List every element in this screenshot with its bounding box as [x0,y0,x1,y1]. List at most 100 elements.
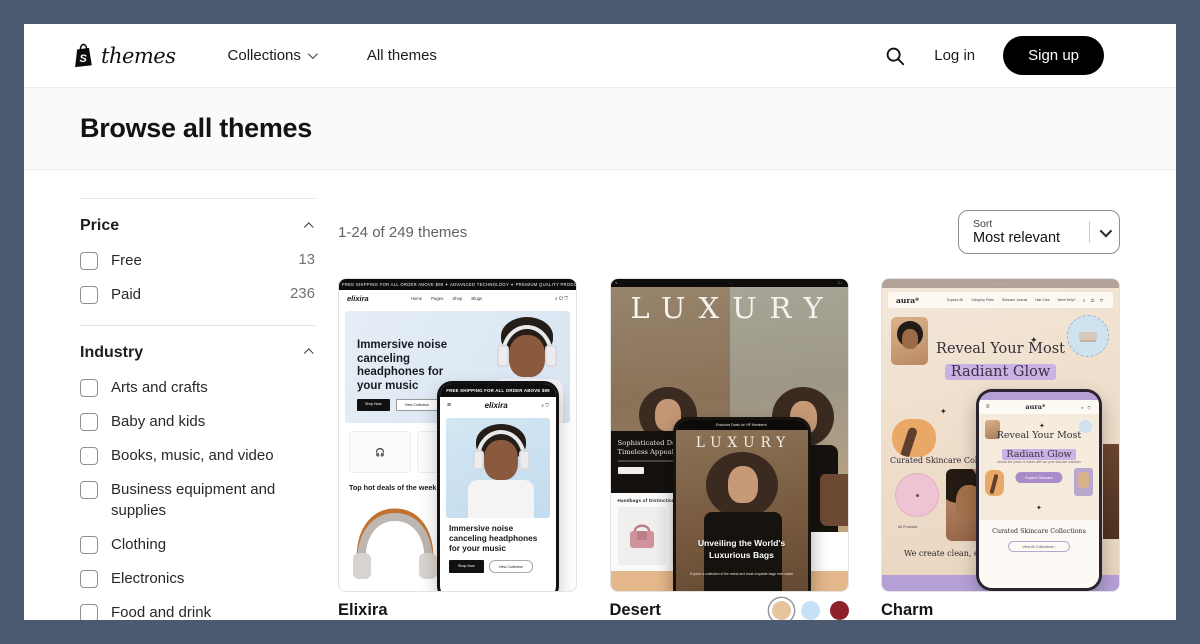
sparkle-icon: ✦ [1030,335,1038,346]
sort-label: Sort [973,218,1060,230]
theme-preview-charm[interactable]: · · · · · · · · · aura* Explore All Cate… [881,278,1120,592]
theme-title-desert[interactable]: Desert [610,601,661,620]
announcement-bar: FREE SHIPPING FOR ALL ORDER ABOVE $99 ✦ … [339,279,576,290]
checkbox[interactable] [80,481,98,499]
checkbox[interactable] [80,379,98,397]
phone-product-left [985,470,1004,496]
filter-title-price: Price [80,217,119,235]
filter-sidebar: Price Free 13 Paid 236 Industry Arts and… [80,170,315,619]
shopify-bag-icon: S [72,43,94,68]
filter-option-food-and-drink[interactable]: Food and drink [80,599,315,620]
swatch-tan[interactable] [772,601,791,620]
checkbox[interactable] [80,604,98,620]
all-products-label: All Products [898,525,917,529]
charm-heading-1: Reveal Your Most [882,341,1119,357]
sparkle-icon: ✦ [1036,504,1042,512]
results-header: 1-24 of 249 themes Sort Most relevant [338,210,1120,254]
checkbox-free[interactable] [80,252,98,270]
results-count: 1-24 of 249 themes [338,224,467,241]
page-title: Browse all themes [80,113,312,144]
login-link[interactable]: Log in [934,47,975,64]
sparkle-icon: ✦ [940,407,947,416]
desert-brand-word: LUXURY [611,291,848,325]
checkbox[interactable] [80,413,98,431]
mini-nav-icons: ⌕ ⏻ ⛉ [555,296,568,302]
theme-preview-desert[interactable]: ≡ · · ·· · ·⛉ ⌕ LUXURY Sophisticated Des… [610,278,849,592]
color-swatches [772,601,849,620]
filter-option-free[interactable]: Free 13 [80,247,315,276]
chevron-up-icon [304,222,314,232]
phone-brand-word: LUXURY [676,435,808,451]
phone-nav-icons: ⌕ ⛉ [541,403,549,409]
sort-dropdown[interactable]: Sort Most relevant [958,210,1120,254]
phone-subtext: Explore a collection of the rarest and m… [690,572,794,577]
mini-product-card: 🎧 [349,431,411,473]
count-paid: 236 [290,285,315,302]
phone-announcement: · · · · · · · · [979,392,1099,400]
browser-frame: S themes Collections All themes Log in S… [0,0,1200,644]
sparkle-icon: ✦ [1039,422,1045,430]
theme-title-charm[interactable]: Charm [881,601,933,620]
filter-option-baby-and-kids[interactable]: Baby and kids [80,408,315,437]
filter-option-business-equipment[interactable]: Business equipment and supplies [80,476,315,526]
shopify-themes-logo[interactable]: S themes [72,43,176,68]
chevron-up-icon [304,348,314,358]
checkbox[interactable] [80,536,98,554]
filter-section-price[interactable]: Price [80,199,315,247]
results-main: 1-24 of 249 themes Sort Most relevant FR… [338,170,1120,619]
phone-hero-photo [446,418,550,518]
filter-title-industry: Industry [80,344,143,362]
search-icon[interactable] [884,45,906,67]
hamburger-icon: ≡ [986,404,990,410]
elixira-logo: elixira [347,294,369,303]
sticker-circle [895,473,939,517]
theme-card-elixira[interactable]: FREE SHIPPING FOR ALL ORDER ABOVE $99 ✦ … [338,278,577,620]
swatch-maroon[interactable] [830,601,849,620]
handbag-photo-right [820,474,849,526]
theme-grid: FREE SHIPPING FOR ALL ORDER ABOVE $99 ✦ … [338,278,1120,620]
phone-announcement: FREE SHIPPING FOR ALL ORDER ABOVE $99 [440,384,556,397]
page-header-band: Browse all themes [24,88,1176,170]
aura-logo: aura* [896,296,919,305]
checkbox[interactable] [80,447,98,465]
phone-mockup: FREE SHIPPING FOR ALL ORDER ABOVE $99 ≡ … [437,381,559,592]
charm-topbar: · · · · · · · · · [882,279,1119,288]
theme-card-desert[interactable]: ≡ · · ·· · ·⛉ ⌕ LUXURY Sophisticated Des… [610,278,849,620]
chevron-down-icon [308,49,318,59]
phone-product-right [1074,468,1093,496]
hamburger-icon: ≡ [447,402,451,409]
view-all-collections-pill: View All Collections › [1008,541,1070,552]
filter-section-industry[interactable]: Industry [80,326,315,374]
nav-link-all-themes[interactable]: All themes [367,47,437,64]
mini-button [618,467,644,474]
phone-heading: Immersive noise canceling headphones for… [449,524,549,554]
headphones-product-image [347,497,443,583]
divider [1089,221,1090,243]
filter-option-arts-and-crafts[interactable]: Arts and crafts [80,374,315,403]
brand-wordmark: themes [101,44,176,68]
charm-heading-2: Radiant Glow [882,363,1119,381]
count-free: 13 [298,251,315,268]
chevron-down-icon [1100,224,1113,237]
phone-nav-icons: ⌕ ⛉ [1081,405,1092,410]
filter-option-electronics[interactable]: Electronics [80,565,315,594]
top-navigation: S themes Collections All themes Log in S… [24,24,1176,88]
signup-button[interactable]: Sign up [1003,36,1104,75]
filter-option-clothing[interactable]: Clothing [80,531,315,560]
nav-right-group: Log in Sign up [884,36,1104,75]
filter-option-paid[interactable]: Paid 236 [80,281,315,310]
explore-skincare-button: Explore Skincare [1015,472,1062,483]
swatch-blue[interactable] [801,601,820,620]
theme-title-elixira[interactable]: Elixira [338,601,388,620]
mini-nav-icons: ⌕ ⏻ ⛉ [1083,298,1105,303]
filter-option-books-music-video[interactable]: Books, music, and video [80,442,315,471]
background-photo-edge [1103,444,1119,539]
shopify-themes-page: S themes Collections All themes Log in S… [24,24,1176,620]
theme-preview-elixira[interactable]: FREE SHIPPING FOR ALL ORDER ABOVE $99 ✦ … [338,278,577,592]
checkbox[interactable] [80,570,98,588]
theme-card-charm[interactable]: · · · · · · · · · aura* Explore All Cate… [881,278,1120,620]
checkbox-paid[interactable] [80,286,98,304]
hand-product-photo [892,419,936,457]
nav-link-collections[interactable]: Collections [228,47,315,64]
content-area: Price Free 13 Paid 236 Industry Arts and… [24,170,1176,619]
